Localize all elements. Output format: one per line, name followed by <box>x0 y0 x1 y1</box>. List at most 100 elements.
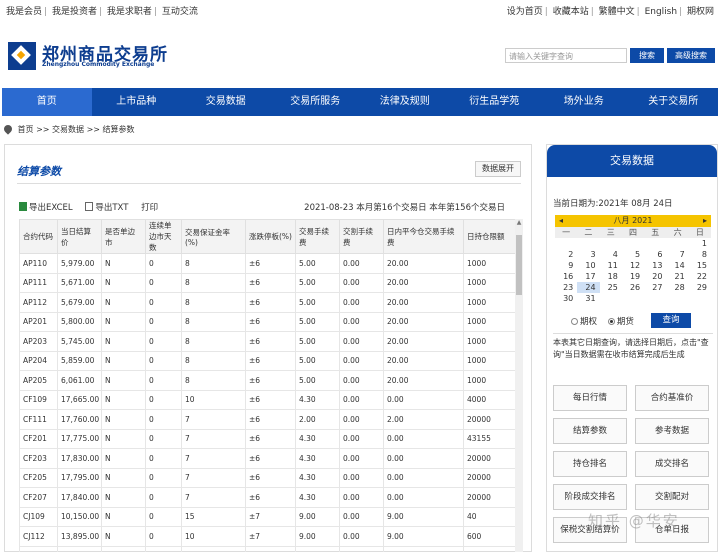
calendar-day[interactable]: 31 <box>577 293 599 304</box>
calendar-day[interactable]: 4 <box>600 249 622 260</box>
table-cell: 6,061.00 <box>57 370 102 391</box>
calendar-day[interactable]: 26 <box>622 282 644 293</box>
volume-ranking-button[interactable]: 成交排名 <box>635 451 709 477</box>
table-row: CF205 17,795.00 N 0 7 ±6 4.30 0.00 0.00 20000 <box>19 467 515 488</box>
logo[interactable]: 郑州商品交易所 Zhengzhou Commodity Exchange <box>8 40 168 72</box>
calendar-day[interactable]: 7 <box>666 249 688 260</box>
calendar-day[interactable]: 16 <box>555 271 577 282</box>
calendar-day[interactable]: 25 <box>600 282 622 293</box>
table-cell: 5.00 <box>295 370 340 391</box>
contract-base-price-button[interactable]: 合约基准价 <box>635 385 709 411</box>
breadcrumb-text[interactable]: 首页 >> 交易数据 >> 结算参数 <box>18 125 135 134</box>
calendar-day[interactable]: 12 <box>622 260 644 271</box>
calendar-day[interactable]: 19 <box>622 271 644 282</box>
advanced-search-button[interactable]: 高级搜索 <box>667 48 715 63</box>
print-button[interactable]: 打印 <box>141 203 158 213</box>
table-cell: N <box>101 409 146 430</box>
column-header: 日内平今仓交易手续费 <box>383 219 464 254</box>
calendar-day[interactable]: 23 <box>555 282 577 293</box>
calendar-day[interactable]: 15 <box>689 260 711 271</box>
table-cell: 43155 <box>463 428 515 449</box>
table-cell: 8 <box>181 253 246 274</box>
calendar-day[interactable]: 5 <box>622 249 644 260</box>
scroll-up-icon[interactable]: ▲ <box>515 219 523 227</box>
calendar-day[interactable]: 10 <box>577 260 599 271</box>
calendar-day[interactable]: 1 <box>689 238 711 249</box>
period-volume-ranking-button[interactable]: 阶段成交排名 <box>553 484 627 510</box>
expand-data-button[interactable]: 数据展开 <box>475 161 521 177</box>
calendar-day[interactable]: 8 <box>689 249 711 260</box>
calendar-day[interactable]: 13 <box>644 260 666 271</box>
calendar-day[interactable]: 27 <box>644 282 666 293</box>
nav-trading-data[interactable]: 交易数据 <box>181 88 271 116</box>
table-body: AP110 5,979.00 N 0 8 ±6 5.00 0.00 20.00 1000 AP111… <box>19 253 515 552</box>
link-jobseeker[interactable]: 我是求职者 <box>107 7 152 17</box>
link-interaction[interactable]: 互动交流 <box>162 7 198 17</box>
link-member[interactable]: 我是会员 <box>6 7 42 17</box>
link-options-site[interactable]: 期权网 <box>687 7 714 17</box>
link-bookmark[interactable]: 收藏本站 <box>553 7 589 17</box>
position-ranking-button[interactable]: 持仓排名 <box>553 451 627 477</box>
export-txt-button[interactable]: 导出TXT <box>85 202 128 213</box>
query-button[interactable]: 查询 <box>651 313 691 328</box>
nav-derivatives-academy[interactable]: 衍生品学苑 <box>450 88 540 116</box>
calendar-prev-icon[interactable]: ◂ <box>559 215 563 227</box>
table-cell: 600 <box>463 545 515 552</box>
nav-listed-products[interactable]: 上市品种 <box>92 88 182 116</box>
reference-data-button[interactable]: 参考数据 <box>635 418 709 444</box>
calendar-day[interactable]: 17 <box>577 271 599 282</box>
table-scrollbar[interactable]: ▲ <box>515 219 523 552</box>
table-cell: AP111 <box>19 272 58 293</box>
calendar-day[interactable]: 9 <box>555 260 577 271</box>
calendar-day[interactable]: 14 <box>666 260 688 271</box>
table-row: CF207 17,840.00 N 0 7 ±6 4.30 0.00 0.00 20000 <box>19 487 515 508</box>
radio-futures[interactable]: 期货 <box>607 317 634 327</box>
table-cell: 9.00 <box>383 526 464 547</box>
table-row: AP112 5,679.00 N 0 8 ±6 5.00 0.00 20.00 1000 <box>19 292 515 313</box>
export-excel-button[interactable]: 导出EXCEL <box>19 202 73 213</box>
table-cell: 0.00 <box>339 272 384 293</box>
link-investor[interactable]: 我是投资者 <box>52 7 97 17</box>
link-set-homepage[interactable]: 设为首页 <box>507 7 543 17</box>
calendar-day[interactable]: 6 <box>644 249 666 260</box>
calendar-day[interactable]: 18 <box>600 271 622 282</box>
table-cell: 0 <box>145 545 182 552</box>
table-cell: N <box>101 292 146 313</box>
calendar-day[interactable]: 21 <box>666 271 688 282</box>
search-button[interactable]: 搜索 <box>630 48 664 63</box>
nav-laws-rules[interactable]: 法律及规则 <box>360 88 450 116</box>
search-input[interactable]: 请输入关键字查询 <box>505 48 627 63</box>
daily-quotes-button[interactable]: 每日行情 <box>553 385 627 411</box>
delivery-matching-button[interactable]: 交割配对 <box>635 484 709 510</box>
radio-options[interactable]: 期权 <box>571 317 597 327</box>
settlement-params-button[interactable]: 结算参数 <box>553 418 627 444</box>
nav-exchange-services[interactable]: 交易所服务 <box>271 88 361 116</box>
table-cell: 5,745.00 <box>57 331 102 352</box>
table-cell: N <box>101 506 146 527</box>
calendar-day[interactable]: 20 <box>644 271 666 282</box>
table-cell: 0.00 <box>383 487 464 508</box>
table-cell: 4.30 <box>295 467 340 488</box>
sidebar-divider <box>553 333 713 334</box>
table-cell: 9.00 <box>383 506 464 527</box>
scrollbar-thumb[interactable] <box>516 235 522 295</box>
calendar-day[interactable]: 24 <box>577 282 600 293</box>
calendar-day[interactable]: 22 <box>689 271 711 282</box>
calendar-day[interactable]: 30 <box>555 293 577 304</box>
calendar-day[interactable]: 3 <box>577 249 599 260</box>
link-english[interactable]: English <box>645 7 678 17</box>
calendar-day[interactable]: 28 <box>666 282 688 293</box>
nav-otc-business[interactable]: 场外业务 <box>539 88 629 116</box>
calendar-day[interactable]: 2 <box>555 249 577 260</box>
nav-home[interactable]: 首页 <box>2 88 92 116</box>
calendar-day[interactable]: 11 <box>600 260 622 271</box>
table-cell: 9.00 <box>295 545 340 552</box>
nav-about[interactable]: 关于交易所 <box>629 88 719 116</box>
calendar-day[interactable]: 29 <box>689 282 711 293</box>
table-cell: 0 <box>145 487 182 508</box>
calendar-next-icon[interactable]: ▸ <box>703 215 707 227</box>
link-traditional-chinese[interactable]: 繁體中文 <box>599 7 635 17</box>
main-panel: 结算参数 数据展开 导出EXCEL 导出TXT 打印 2021-08-23 本月… <box>4 144 532 552</box>
table-cell: N <box>101 331 146 352</box>
table-cell: 5.00 <box>295 311 340 332</box>
